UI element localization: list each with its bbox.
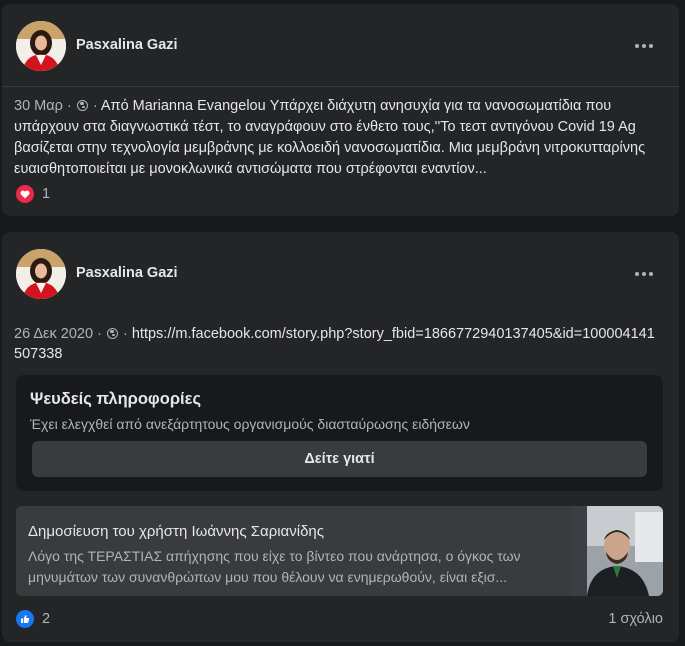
fact-check-subtitle: Έχει ελεγχθεί από ανεξάρτητους οργανισμο… — [30, 416, 470, 432]
reaction-count: 2 — [42, 611, 51, 627]
author-name[interactable]: Pasxalina Gazi — [76, 37, 178, 53]
author-name[interactable]: Pasxalina Gazi — [76, 265, 178, 281]
fact-check-box: Ψευδείς πληροφορίες Έχει ελεγχθεί από αν… — [16, 375, 663, 491]
post-text: Από Marianna Evangelou Υπάρχει διάχυτη α… — [14, 98, 646, 177]
shared-post-description: Λόγο της ΤΕΡΑΣΤΙΑΣ απήχησης που είχε το … — [28, 548, 521, 585]
like-icon — [16, 610, 34, 628]
post-body: 30 Μαρ · · Από Marianna Evangelou Υπάρχε… — [14, 96, 657, 180]
shared-post-preview[interactable]: Δημοσίευση του χρήστη Ιωάννης Σαριανίδης… — [16, 506, 663, 596]
avatar[interactable] — [16, 21, 66, 71]
reaction-count: 1 — [42, 186, 51, 202]
comments-count[interactable]: 1 σχόλιο — [608, 611, 663, 627]
separator: · — [66, 98, 72, 114]
globe-icon — [76, 100, 88, 111]
reactions[interactable]: 1 — [16, 185, 50, 203]
post-body: 26 Δεκ 2020 · · https://m.facebook.com/s… — [14, 324, 657, 364]
globe-icon — [106, 328, 118, 339]
avatar[interactable] — [16, 249, 66, 299]
see-why-button[interactable]: Δείτε γιατί — [32, 441, 647, 477]
shared-post-title: Δημοσίευση του χρήστη Ιωάννης Σαριανίδης — [28, 523, 324, 540]
more-options-icon[interactable] — [631, 38, 657, 54]
separator: · — [97, 326, 102, 342]
separator: · — [92, 98, 98, 114]
divider — [2, 86, 679, 87]
more-options-icon[interactable] — [631, 266, 657, 282]
love-icon — [16, 185, 34, 203]
separator: · — [122, 326, 128, 342]
post-card: Pasxalina Gazi 30 Μαρ · · Από Marianna E… — [2, 4, 679, 216]
reactions[interactable]: 2 — [16, 610, 50, 628]
shared-post-thumbnail[interactable] — [573, 506, 663, 596]
post-date[interactable]: 26 Δεκ 2020 — [14, 326, 93, 342]
fact-check-title: Ψευδείς πληροφορίες — [30, 390, 202, 408]
post-date[interactable]: 30 Μαρ — [14, 98, 63, 114]
post-card: Pasxalina Gazi 26 Δεκ 2020 · · https://m… — [2, 232, 679, 642]
